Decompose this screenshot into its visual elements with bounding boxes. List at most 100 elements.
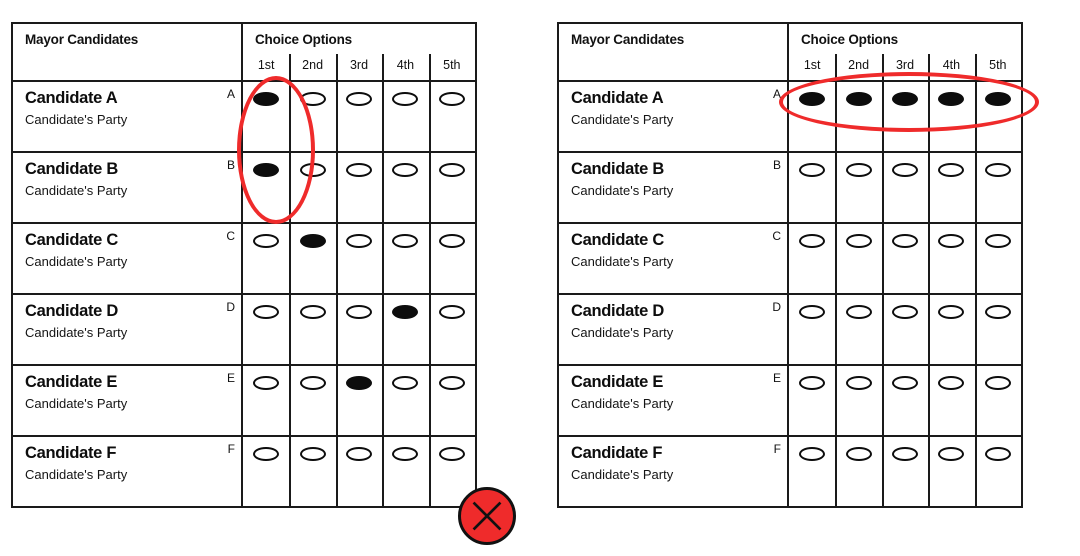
choice-cell-5th[interactable] bbox=[974, 366, 1021, 435]
choice-cell-4th[interactable] bbox=[928, 295, 974, 364]
empty-oval-icon[interactable] bbox=[438, 163, 465, 177]
choice-cell-3rd[interactable] bbox=[335, 224, 382, 293]
choice-cell-3rd[interactable] bbox=[881, 153, 928, 222]
choice-cell-2nd[interactable] bbox=[835, 153, 881, 222]
choice-cell-3rd[interactable] bbox=[881, 437, 928, 508]
choice-cell-5th[interactable] bbox=[428, 82, 475, 151]
empty-oval-icon[interactable] bbox=[438, 92, 465, 106]
filled-oval-icon[interactable] bbox=[253, 92, 280, 106]
choice-cell-4th[interactable] bbox=[382, 224, 428, 293]
choice-cell-4th[interactable] bbox=[382, 82, 428, 151]
empty-oval-icon[interactable] bbox=[938, 163, 965, 177]
empty-oval-icon[interactable] bbox=[799, 447, 826, 461]
empty-oval-icon[interactable] bbox=[346, 234, 373, 248]
empty-oval-icon[interactable] bbox=[984, 305, 1011, 319]
empty-oval-icon[interactable] bbox=[299, 305, 326, 319]
choice-cell-5th[interactable] bbox=[974, 153, 1021, 222]
empty-oval-icon[interactable] bbox=[438, 305, 465, 319]
choice-cell-4th[interactable] bbox=[928, 82, 974, 151]
choice-cell-2nd[interactable] bbox=[289, 82, 335, 151]
empty-oval-icon[interactable] bbox=[392, 447, 419, 461]
empty-oval-icon[interactable] bbox=[392, 234, 419, 248]
choice-cell-1st[interactable] bbox=[243, 437, 289, 508]
choice-cell-3rd[interactable] bbox=[881, 295, 928, 364]
empty-oval-icon[interactable] bbox=[299, 447, 326, 461]
empty-oval-icon[interactable] bbox=[346, 92, 373, 106]
empty-oval-icon[interactable] bbox=[438, 234, 465, 248]
choice-cell-1st[interactable] bbox=[789, 82, 835, 151]
choice-cell-4th[interactable] bbox=[928, 437, 974, 508]
empty-oval-icon[interactable] bbox=[845, 163, 872, 177]
empty-oval-icon[interactable] bbox=[984, 376, 1011, 390]
choice-cell-2nd[interactable] bbox=[289, 366, 335, 435]
empty-oval-icon[interactable] bbox=[253, 234, 280, 248]
choice-cell-2nd[interactable] bbox=[289, 437, 335, 508]
empty-oval-icon[interactable] bbox=[984, 447, 1011, 461]
choice-cell-3rd[interactable] bbox=[335, 295, 382, 364]
empty-oval-icon[interactable] bbox=[299, 92, 326, 106]
filled-oval-icon[interactable] bbox=[253, 163, 280, 177]
choice-cell-2nd[interactable] bbox=[835, 366, 881, 435]
choice-cell-3rd[interactable] bbox=[881, 224, 928, 293]
choice-cell-1st[interactable] bbox=[243, 153, 289, 222]
empty-oval-icon[interactable] bbox=[299, 163, 326, 177]
empty-oval-icon[interactable] bbox=[346, 305, 373, 319]
empty-oval-icon[interactable] bbox=[346, 447, 373, 461]
empty-oval-icon[interactable] bbox=[845, 376, 872, 390]
choice-cell-4th[interactable] bbox=[382, 366, 428, 435]
empty-oval-icon[interactable] bbox=[892, 234, 919, 248]
choice-cell-1st[interactable] bbox=[243, 82, 289, 151]
empty-oval-icon[interactable] bbox=[938, 376, 965, 390]
choice-cell-5th[interactable] bbox=[974, 437, 1021, 508]
choice-cell-1st[interactable] bbox=[243, 224, 289, 293]
filled-oval-icon[interactable] bbox=[892, 92, 919, 106]
empty-oval-icon[interactable] bbox=[253, 376, 280, 390]
choice-cell-4th[interactable] bbox=[382, 437, 428, 508]
choice-cell-5th[interactable] bbox=[428, 366, 475, 435]
empty-oval-icon[interactable] bbox=[892, 376, 919, 390]
empty-oval-icon[interactable] bbox=[938, 234, 965, 248]
choice-cell-3rd[interactable] bbox=[335, 153, 382, 222]
empty-oval-icon[interactable] bbox=[799, 376, 826, 390]
empty-oval-icon[interactable] bbox=[253, 305, 280, 319]
choice-cell-3rd[interactable] bbox=[881, 366, 928, 435]
empty-oval-icon[interactable] bbox=[984, 163, 1011, 177]
filled-oval-icon[interactable] bbox=[938, 92, 965, 106]
empty-oval-icon[interactable] bbox=[392, 376, 419, 390]
empty-oval-icon[interactable] bbox=[938, 447, 965, 461]
empty-oval-icon[interactable] bbox=[299, 376, 326, 390]
filled-oval-icon[interactable] bbox=[299, 234, 326, 248]
empty-oval-icon[interactable] bbox=[984, 234, 1011, 248]
filled-oval-icon[interactable] bbox=[799, 92, 826, 106]
choice-cell-5th[interactable] bbox=[428, 153, 475, 222]
empty-oval-icon[interactable] bbox=[799, 163, 826, 177]
choice-cell-1st[interactable] bbox=[789, 153, 835, 222]
choice-cell-2nd[interactable] bbox=[835, 295, 881, 364]
choice-cell-2nd[interactable] bbox=[835, 437, 881, 508]
choice-cell-1st[interactable] bbox=[789, 224, 835, 293]
choice-cell-4th[interactable] bbox=[928, 366, 974, 435]
choice-cell-5th[interactable] bbox=[974, 82, 1021, 151]
choice-cell-4th[interactable] bbox=[928, 224, 974, 293]
choice-cell-4th[interactable] bbox=[928, 153, 974, 222]
choice-cell-1st[interactable] bbox=[243, 295, 289, 364]
empty-oval-icon[interactable] bbox=[438, 376, 465, 390]
filled-oval-icon[interactable] bbox=[845, 92, 872, 106]
choice-cell-1st[interactable] bbox=[789, 437, 835, 508]
filled-oval-icon[interactable] bbox=[984, 92, 1011, 106]
empty-oval-icon[interactable] bbox=[938, 305, 965, 319]
choice-cell-1st[interactable] bbox=[789, 295, 835, 364]
choice-cell-3rd[interactable] bbox=[335, 82, 382, 151]
empty-oval-icon[interactable] bbox=[892, 305, 919, 319]
choice-cell-1st[interactable] bbox=[789, 366, 835, 435]
empty-oval-icon[interactable] bbox=[845, 234, 872, 248]
choice-cell-3rd[interactable] bbox=[881, 82, 928, 151]
choice-cell-5th[interactable] bbox=[974, 295, 1021, 364]
choice-cell-2nd[interactable] bbox=[835, 82, 881, 151]
empty-oval-icon[interactable] bbox=[346, 163, 373, 177]
choice-cell-2nd[interactable] bbox=[835, 224, 881, 293]
choice-cell-2nd[interactable] bbox=[289, 224, 335, 293]
choice-cell-5th[interactable] bbox=[974, 224, 1021, 293]
choice-cell-3rd[interactable] bbox=[335, 366, 382, 435]
empty-oval-icon[interactable] bbox=[799, 305, 826, 319]
